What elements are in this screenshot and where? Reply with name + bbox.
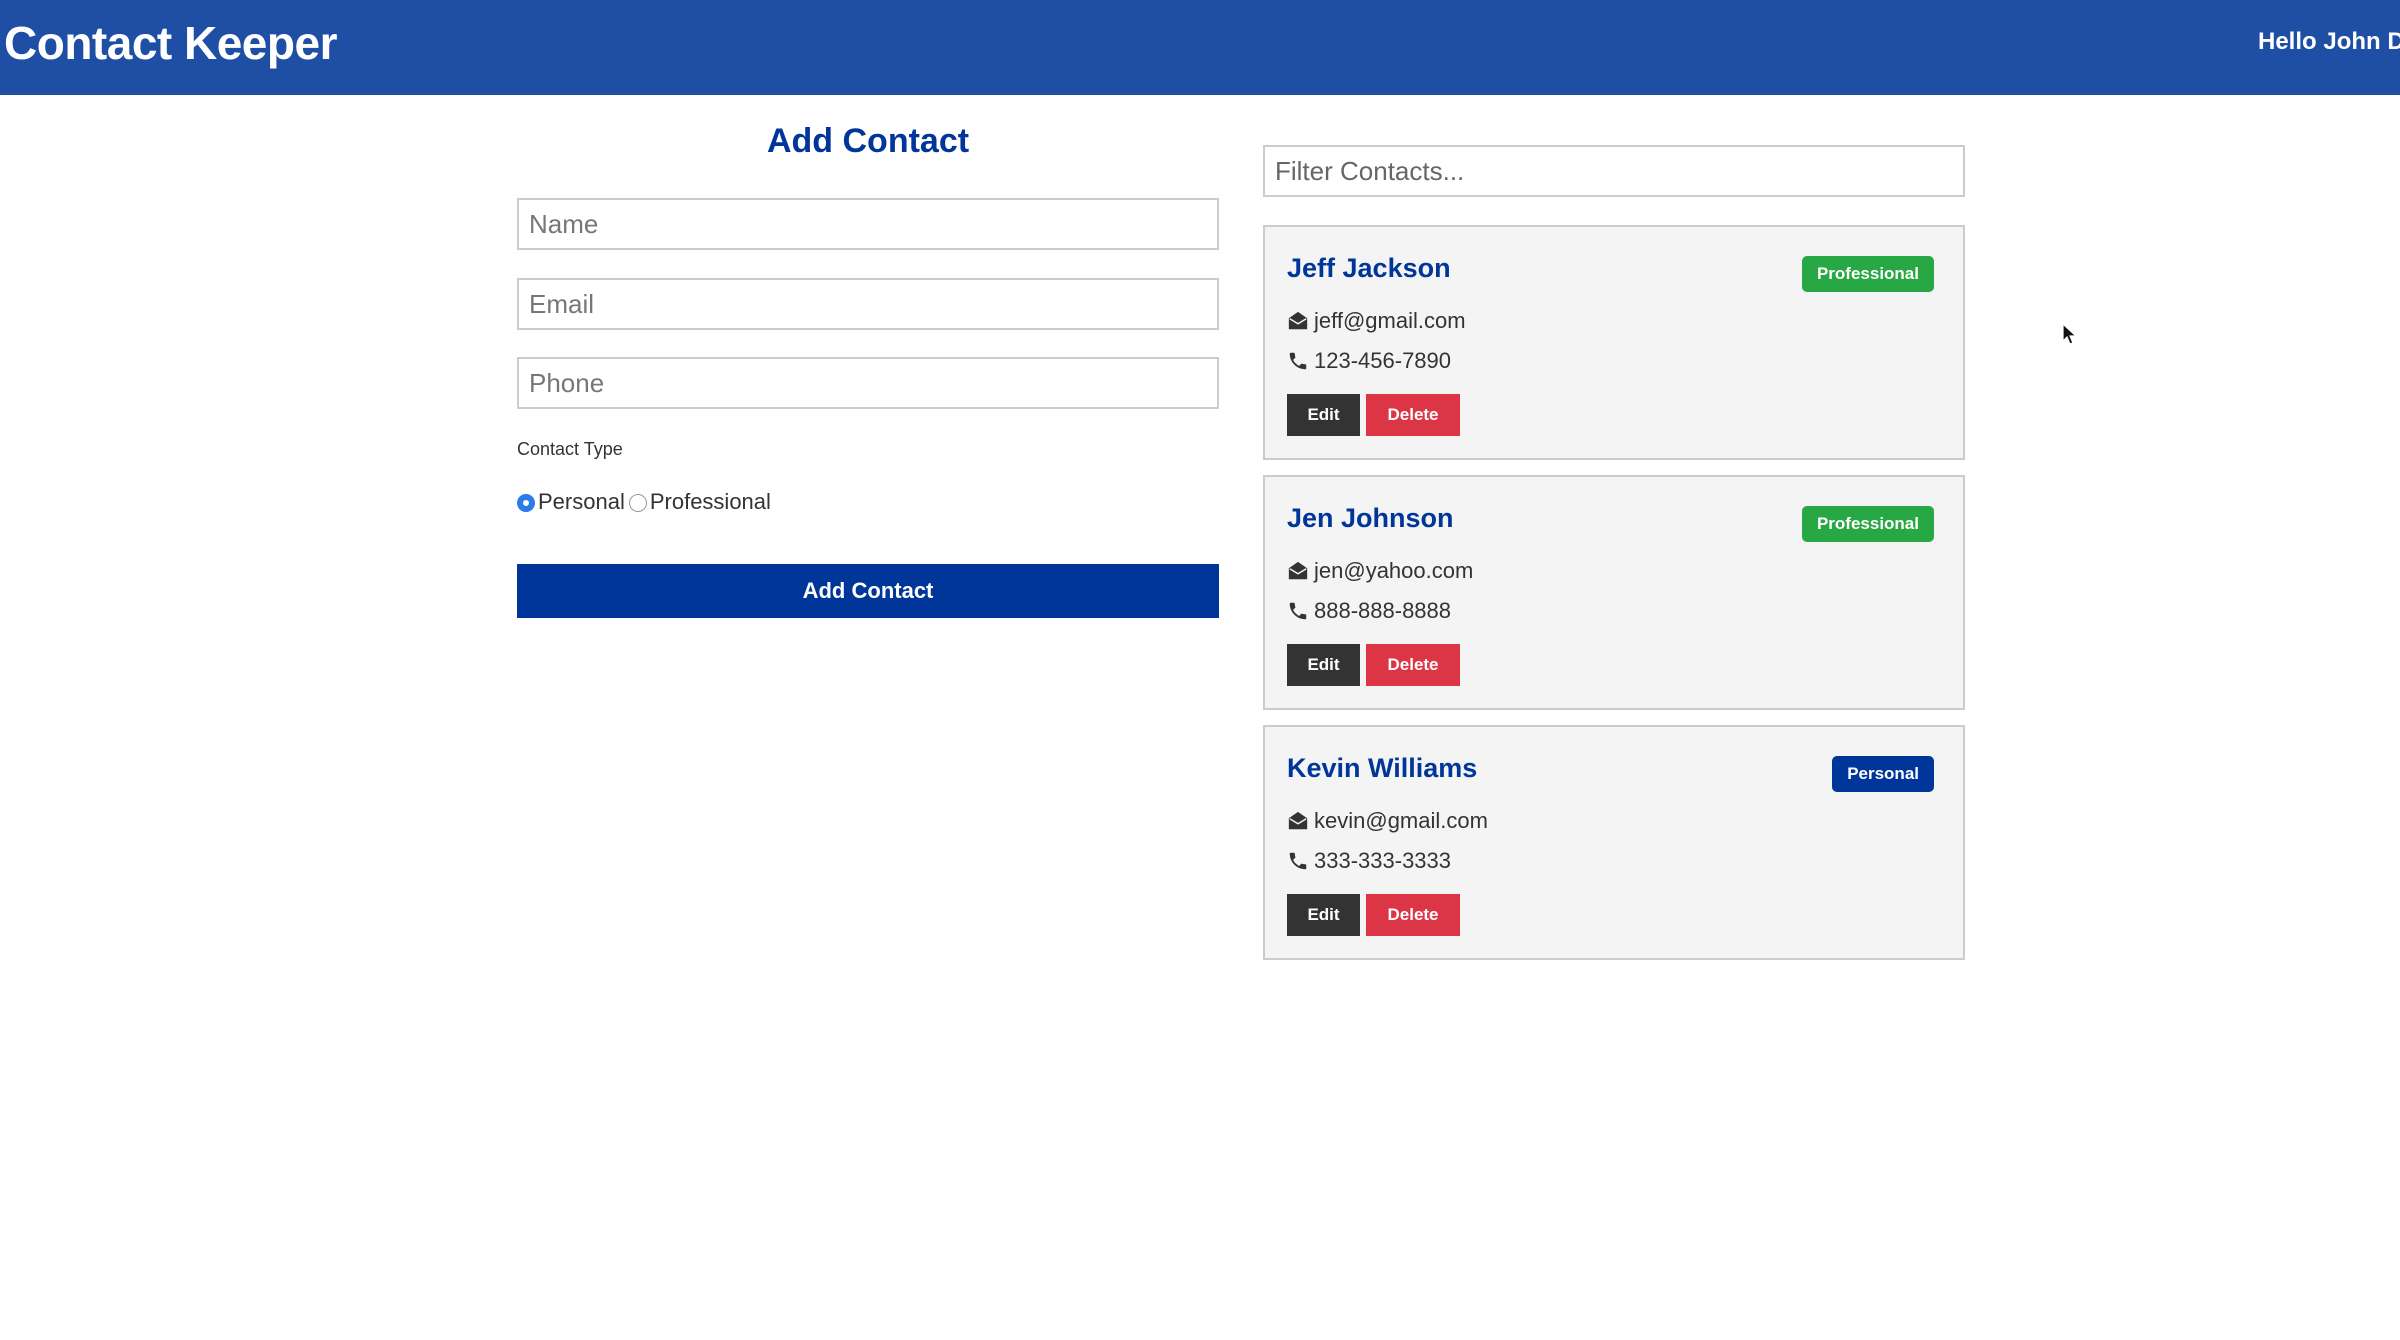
contact-name: Kevin Williams bbox=[1287, 753, 1478, 783]
phone-icon bbox=[1289, 852, 1307, 870]
contact-name: Jeff Jackson bbox=[1287, 253, 1451, 283]
contact-type-badge: Professional bbox=[1801, 506, 1934, 542]
contact-card: Kevin Williams Personal kevin@gmail.com … bbox=[1263, 725, 1965, 960]
contact-type-label: Contact Type bbox=[517, 439, 623, 459]
user-greeting: Hello John Doe bbox=[2258, 28, 2400, 55]
contact-name: Jen Johnson bbox=[1287, 503, 1454, 533]
contact-email-line: kevin@gmail.com bbox=[1287, 806, 1488, 836]
name-input[interactable] bbox=[517, 198, 1219, 250]
contact-phone: 888-888-8888 bbox=[1314, 598, 1452, 623]
phone-icon bbox=[1289, 602, 1307, 620]
contact-list: Jeff Jackson Professional jeff@gmail.com… bbox=[1263, 225, 1965, 975]
contact-card: Jen Johnson Professional jen@yahoo.com 8… bbox=[1263, 475, 1965, 710]
delete-button[interactable]: Delete bbox=[1366, 394, 1460, 436]
edit-button[interactable]: Edit bbox=[1287, 644, 1360, 686]
contact-email-line: jeff@gmail.com bbox=[1287, 306, 1466, 336]
edit-button[interactable]: Edit bbox=[1287, 894, 1360, 936]
envelope-icon bbox=[1288, 811, 1308, 830]
filter-contacts-input[interactable] bbox=[1263, 145, 1965, 197]
phone-icon bbox=[1289, 352, 1307, 370]
contact-type-badge: Professional bbox=[1801, 256, 1934, 292]
add-contact-button[interactable]: Add Contact bbox=[517, 564, 1219, 618]
contact-type-radio-group: Personal Professional bbox=[517, 487, 775, 517]
app-title: Contact Keeper bbox=[4, 17, 337, 69]
contact-email: kevin@gmail.com bbox=[1314, 808, 1488, 833]
email-input[interactable] bbox=[517, 278, 1219, 330]
personal-radio[interactable] bbox=[517, 494, 535, 512]
contact-email-line: jen@yahoo.com bbox=[1287, 556, 1473, 586]
contact-phone: 123-456-7890 bbox=[1314, 348, 1452, 373]
contact-type-badge: Personal bbox=[1832, 756, 1934, 792]
delete-button[interactable]: Delete bbox=[1366, 644, 1460, 686]
contact-card: Jeff Jackson Professional jeff@gmail.com… bbox=[1263, 225, 1965, 460]
contact-phone-line: 333-333-3333 bbox=[1287, 846, 1451, 876]
personal-radio-label[interactable]: Personal bbox=[538, 489, 625, 515]
delete-button[interactable]: Delete bbox=[1366, 894, 1460, 936]
envelope-icon bbox=[1288, 311, 1308, 330]
navbar: Contact Keeper Hello John Doe bbox=[0, 0, 2400, 95]
envelope-icon bbox=[1288, 561, 1308, 580]
contact-phone-line: 123-456-7890 bbox=[1287, 346, 1451, 376]
contact-email: jen@yahoo.com bbox=[1314, 558, 1474, 583]
mouse-cursor-icon bbox=[2062, 323, 2078, 345]
form-title: Add Contact bbox=[766, 122, 970, 160]
professional-radio-label[interactable]: Professional bbox=[650, 489, 771, 515]
professional-radio[interactable] bbox=[628, 494, 647, 512]
phone-input[interactable] bbox=[517, 357, 1219, 409]
edit-button[interactable]: Edit bbox=[1287, 394, 1360, 436]
contact-phone-line: 888-888-8888 bbox=[1287, 596, 1451, 626]
contact-phone: 333-333-3333 bbox=[1314, 848, 1452, 873]
contact-email: jeff@gmail.com bbox=[1314, 308, 1466, 333]
